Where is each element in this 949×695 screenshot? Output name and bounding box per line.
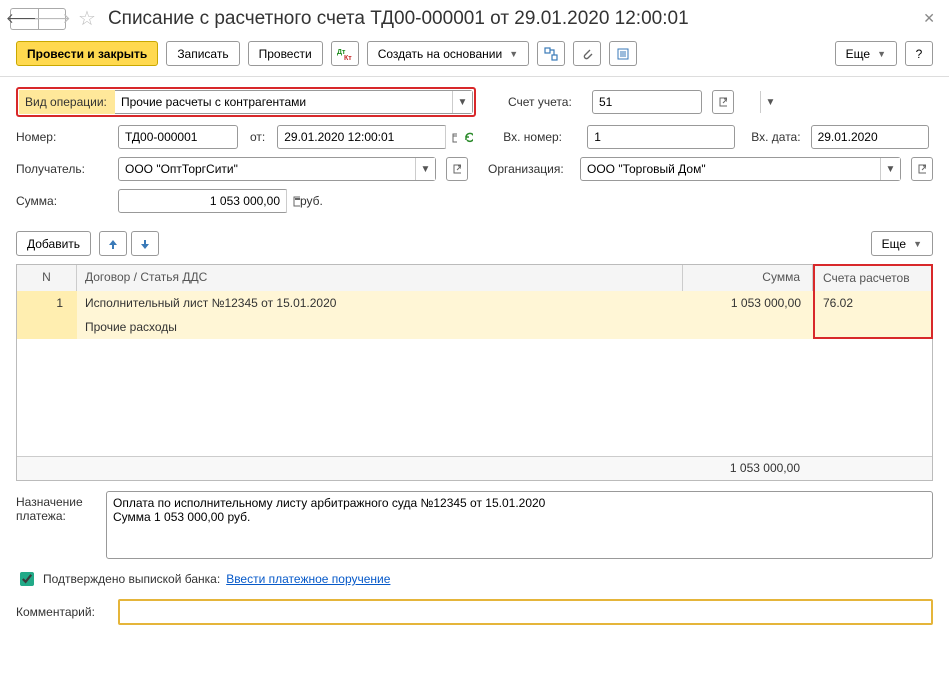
th-sum: Сумма [683,265,813,291]
attachment-button[interactable] [573,41,601,66]
cell-sum: 1 053 000,00 [683,291,813,315]
acct-dropdown[interactable]: ▼ [760,91,780,113]
post-button[interactable]: Провести [248,41,323,66]
org-dropdown[interactable]: ▼ [880,158,900,180]
recipient-label: Получатель: [16,162,112,176]
in-date-label: Вх. дата: [741,130,804,144]
move-down-button[interactable] [131,231,159,256]
sum-unit: руб. [294,194,323,208]
structure-button[interactable] [537,41,565,66]
cell-doc: Прочие расходы [77,315,683,339]
from-label: от: [244,130,271,144]
recipient-open-button[interactable] [446,157,468,181]
cell-n [17,315,77,339]
add-row-button[interactable]: Добавить [16,231,91,256]
acct-label: Счет учета: [508,95,586,109]
cell-sum [683,315,813,339]
num-label: Номер: [16,130,112,144]
move-up-button[interactable] [99,231,127,256]
confirmed-checkbox[interactable] [20,572,34,586]
list-button[interactable] [609,41,637,66]
cell-n: 1 [17,291,77,315]
open-icon [453,164,461,174]
th-acc: Счета расчетов [813,264,933,291]
table-more-button[interactable]: Еще ▼ [871,231,933,256]
chevron-down-icon: ▼ [913,239,922,249]
in-num-label: Вх. номер: [503,130,581,144]
org-input[interactable] [581,158,880,180]
table-row[interactable]: Прочие расходы [17,315,932,339]
recipient-input[interactable] [119,158,415,180]
in-num-input[interactable] [588,126,755,148]
page-title: Списание с расчетного счета ТД00-000001 … [108,8,911,30]
date-input[interactable] [278,126,445,148]
in-date-input[interactable] [812,126,949,148]
sum-label: Сумма: [16,194,112,208]
refresh-button[interactable] [457,125,479,149]
close-icon[interactable]: ✕ [919,6,939,31]
arrow-down-icon [139,238,151,250]
org-open-button[interactable] [911,157,933,181]
structure-icon [544,47,558,61]
purpose-textarea[interactable] [106,491,933,559]
op-type-select[interactable] [115,91,452,113]
dt-kt-button[interactable]: ДтКт [331,41,359,66]
more-button[interactable]: Еще ▼ [835,41,897,66]
cell-acc: 76.02 [813,291,933,315]
acct-open-button[interactable] [712,90,734,114]
th-doc: Договор / Статья ДДС [77,265,683,291]
footer-sum: 1 053 000,00 [682,457,812,480]
more-label: Еще [846,47,870,61]
cell-doc: Исполнительный лист №12345 от 15.01.2020 [77,291,683,315]
post-and-close-button[interactable]: Провести и закрыть [16,41,158,66]
sum-input[interactable] [119,190,286,212]
favorite-star-icon[interactable]: ☆ [78,6,96,31]
op-type-dropdown[interactable]: ▼ [452,91,472,113]
create-based-label: Создать на основании [378,47,503,61]
comment-input[interactable] [118,599,933,625]
chevron-down-icon: ▼ [877,49,886,59]
comment-label: Комментарий: [16,605,112,619]
enter-payment-link[interactable]: Ввести платежное поручение [226,572,390,586]
open-icon [918,164,926,174]
list-icon [616,47,630,61]
acct-input[interactable] [593,91,760,113]
nav-forward-button[interactable]: 🡒 [38,8,66,30]
table-row[interactable]: 1 Исполнительный лист №12345 от 15.01.20… [17,291,932,315]
chevron-down-icon: ▼ [509,49,518,59]
paperclip-icon [580,47,594,61]
purpose-label: Назначение платежа: [16,491,100,559]
table-more-label: Еще [882,237,906,251]
op-type-label: Вид операции: [19,90,115,114]
write-button[interactable]: Записать [166,41,239,66]
arrow-up-icon [107,238,119,250]
dtkt-icon: ДтКт [337,47,353,61]
confirmed-label: Подтверждено выпиской банка: [43,572,220,586]
recipient-dropdown[interactable]: ▼ [415,158,435,180]
create-based-button[interactable]: Создать на основании ▼ [367,41,529,66]
help-button[interactable]: ? [905,41,933,66]
org-label: Организация: [488,162,574,176]
svg-text:Кт: Кт [344,55,352,61]
open-icon [719,97,727,107]
cell-acc [813,315,933,339]
refresh-icon [463,130,473,144]
th-n: N [17,265,77,291]
